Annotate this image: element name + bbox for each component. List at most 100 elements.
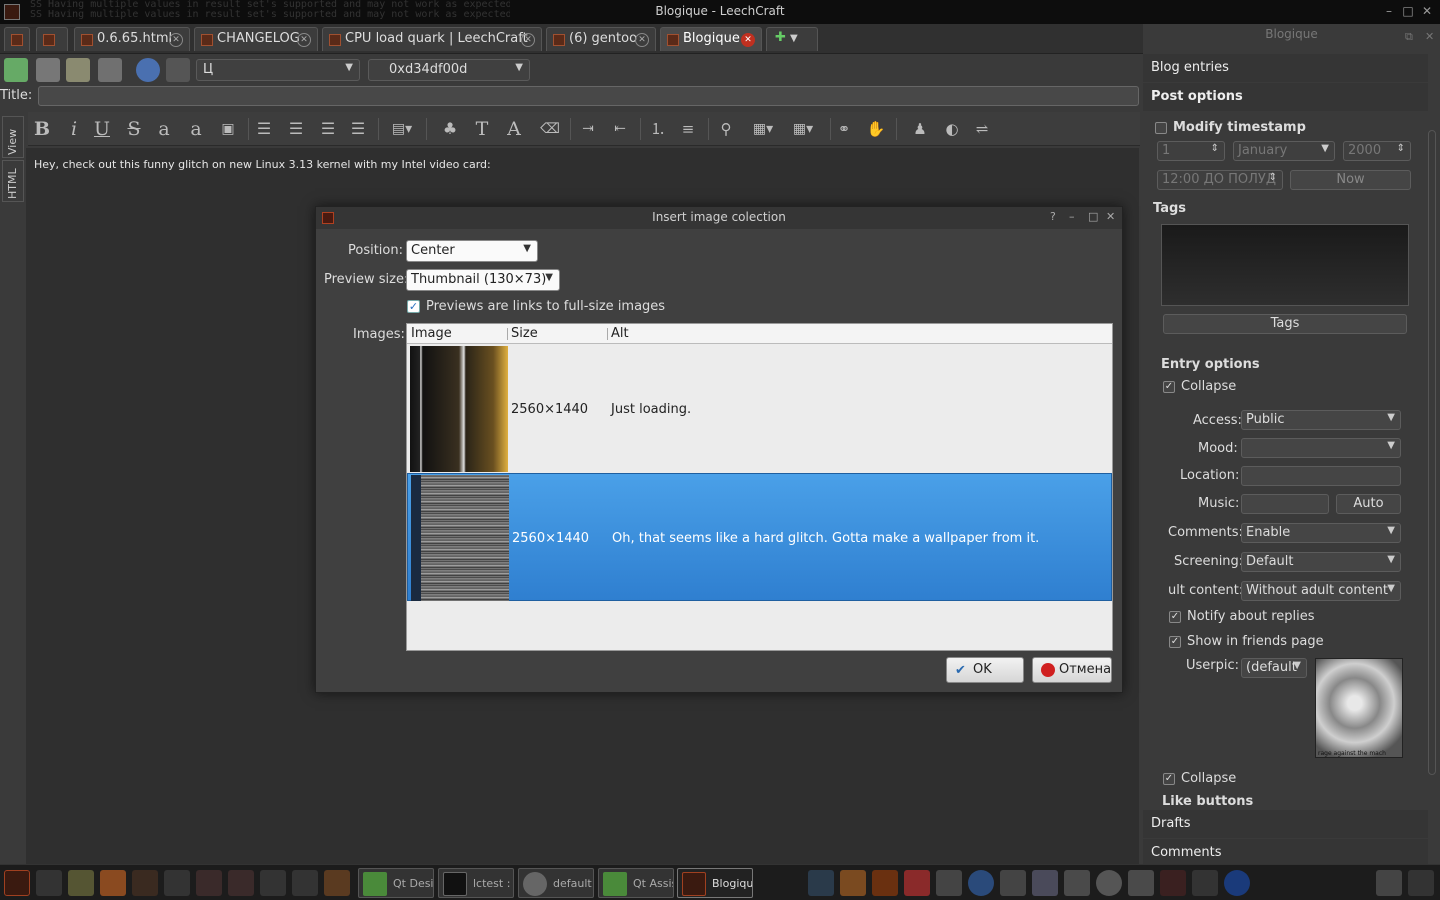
submit-icon[interactable]: [98, 58, 122, 82]
alt-cell[interactable]: Just loading.: [611, 402, 691, 417]
tab-html[interactable]: HTML: [2, 160, 24, 202]
float-dock-icon[interactable]: ⧉: [1405, 30, 1413, 44]
indent-icon[interactable]: ⇥: [576, 117, 600, 141]
collapse-checkbox[interactable]: ✓: [1163, 381, 1175, 393]
user-icon[interactable]: [166, 58, 190, 82]
userpic-select[interactable]: (default ▼: [1241, 658, 1307, 678]
tab-html-file[interactable]: 0.6.65.html ✕: [74, 27, 190, 51]
font-icon[interactable]: T: [470, 117, 494, 141]
insert-link-icon[interactable]: ⚲: [714, 117, 738, 141]
clear-format-icon[interactable]: ⌫: [538, 117, 562, 141]
column-header-image[interactable]: Image: [411, 326, 452, 341]
music-input[interactable]: [1241, 494, 1329, 514]
year-spinbox[interactable]: 2000 ⇕: [1343, 141, 1411, 161]
tags-button[interactable]: Tags: [1163, 314, 1407, 334]
screening-select[interactable]: Default ▼: [1241, 552, 1401, 572]
table-row-selected[interactable]: 2560×1440 Oh, that seems like a hard gli…: [407, 473, 1112, 601]
ok-button[interactable]: ✔ OK: [946, 657, 1024, 683]
notes-icon[interactable]: [260, 870, 286, 896]
insert-user-icon[interactable]: ♟: [908, 117, 932, 141]
section-blog-entries[interactable]: Blog entries: [1143, 54, 1428, 82]
align-right-icon[interactable]: ☰: [316, 117, 340, 141]
position-select[interactable]: Center ▼: [406, 240, 538, 262]
insert-community-icon[interactable]: ◐: [940, 117, 964, 141]
minimize-icon[interactable]: –: [1069, 210, 1075, 223]
tab-1[interactable]: [36, 27, 68, 51]
column-header-size[interactable]: Size: [511, 326, 538, 341]
outdent-icon[interactable]: ⇤: [608, 117, 632, 141]
tray-mail-icon[interactable]: [904, 870, 930, 896]
italic-icon[interactable]: i: [62, 117, 86, 141]
player-icon[interactable]: [164, 870, 190, 896]
maximize-icon[interactable]: □: [1400, 3, 1416, 19]
friends-page-checkbox[interactable]: ✓: [1169, 636, 1181, 648]
links-checkbox[interactable]: ✓: [407, 300, 420, 313]
close-tab-icon[interactable]: ✕: [741, 33, 755, 47]
tray-network-icon[interactable]: [936, 870, 962, 896]
now-button[interactable]: Now: [1290, 170, 1411, 190]
pen-icon[interactable]: [292, 870, 318, 896]
tray-monitor-icon[interactable]: [1160, 870, 1186, 896]
auto-button[interactable]: Auto: [1336, 494, 1401, 514]
section-post-options[interactable]: Post options: [1143, 83, 1428, 111]
new-entry-icon[interactable]: [4, 58, 28, 82]
column-header-alt[interactable]: Alt: [611, 326, 629, 341]
profile-select[interactable]: 0xd34df00d ▼: [368, 59, 530, 81]
tab-cpu-load[interactable]: CPU load quark | LeechCraft ✕: [322, 27, 542, 51]
notify-checkbox[interactable]: ✓: [1169, 611, 1181, 623]
tab-view[interactable]: View: [2, 116, 24, 158]
table-row[interactable]: 2560×1440 Just loading.: [407, 345, 1112, 473]
task-qt-designer[interactable]: Qt Desig...: [358, 868, 434, 898]
align-center-icon[interactable]: ☰: [284, 117, 308, 141]
close-dock-icon[interactable]: ✕: [1425, 30, 1434, 43]
tab-gentoo[interactable]: (6) gentoo ✕: [546, 27, 656, 51]
bullet-list-icon[interactable]: ≡: [676, 117, 700, 141]
edit-icon[interactable]: [100, 870, 126, 896]
code-icon[interactable]: ▣: [216, 117, 240, 141]
bold-icon[interactable]: B: [30, 117, 54, 141]
tab-changelog[interactable]: CHANGELOG ✕: [194, 27, 318, 51]
refresh-icon[interactable]: [36, 870, 62, 896]
media-icon[interactable]: [132, 870, 158, 896]
tray-calendar-icon[interactable]: [1128, 870, 1154, 896]
insert-table-icon[interactable]: ▦▾: [786, 117, 820, 141]
tray-wifi-icon[interactable]: [1000, 870, 1026, 896]
task-terminal[interactable]: lctest : s...: [438, 868, 514, 898]
task-default[interactable]: default:...: [518, 868, 594, 898]
insert-image-icon[interactable]: ▦▾: [746, 117, 780, 141]
save-icon[interactable]: [36, 58, 60, 82]
plugin-icon[interactable]: [228, 870, 254, 896]
account-select[interactable]: Ц ▼: [196, 59, 360, 81]
insert-cut-icon[interactable]: ⇌: [970, 117, 994, 141]
close-tab-icon[interactable]: ✕: [521, 33, 535, 47]
dock-scrollbar[interactable]: [1427, 130, 1437, 810]
access-select[interactable]: Public ▼: [1241, 410, 1401, 430]
font-size-icon[interactable]: A: [502, 117, 526, 141]
replace-icon[interactable]: ✋: [864, 117, 888, 141]
close-tab-icon[interactable]: ✕: [297, 33, 311, 47]
minimize-icon[interactable]: –: [1381, 3, 1397, 19]
tray-grid-icon[interactable]: [1032, 870, 1058, 896]
save-draft-icon[interactable]: [66, 58, 90, 82]
tab-blogique[interactable]: Blogique ✕: [660, 27, 762, 51]
tray-edit-icon[interactable]: [840, 870, 866, 896]
numbered-list-icon[interactable]: ⒈: [646, 117, 670, 141]
close-tab-icon[interactable]: ✕: [169, 33, 183, 47]
mood-select[interactable]: ▼: [1241, 438, 1401, 458]
close-icon[interactable]: ✕: [1419, 3, 1435, 19]
superscript-icon[interactable]: a: [184, 117, 208, 141]
tray-settings-icon[interactable]: [1096, 870, 1122, 896]
modify-timestamp-checkbox[interactable]: [1155, 122, 1167, 134]
close-icon[interactable]: ✕: [1106, 210, 1115, 223]
section-comments[interactable]: Comments: [1143, 839, 1428, 864]
like-collapse-checkbox[interactable]: ✓: [1163, 773, 1175, 785]
help-icon[interactable]: ?: [1050, 210, 1056, 223]
find-icon[interactable]: ⚭: [832, 117, 856, 141]
paragraph-format-icon[interactable]: ▤▾: [384, 117, 420, 141]
new-tab-button[interactable]: ✚ ▼: [766, 27, 818, 51]
tray-pen-icon[interactable]: [1408, 870, 1434, 896]
tray-code-icon[interactable]: [872, 870, 898, 896]
align-justify-icon[interactable]: ☰: [346, 117, 370, 141]
title-input[interactable]: [38, 86, 1139, 106]
maximize-icon[interactable]: □: [1088, 210, 1098, 223]
